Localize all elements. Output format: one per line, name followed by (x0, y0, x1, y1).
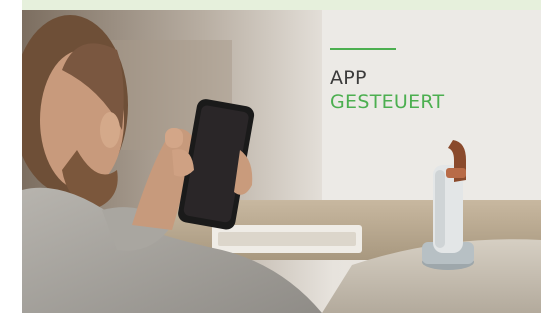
top-accent-band (22, 0, 541, 10)
headline-line-gesteuert: GESTEUERT (330, 91, 445, 113)
headline-accent-line (330, 48, 396, 50)
headline-line-app: APP (330, 67, 367, 89)
headline: APP GESTEUERT (330, 48, 520, 114)
